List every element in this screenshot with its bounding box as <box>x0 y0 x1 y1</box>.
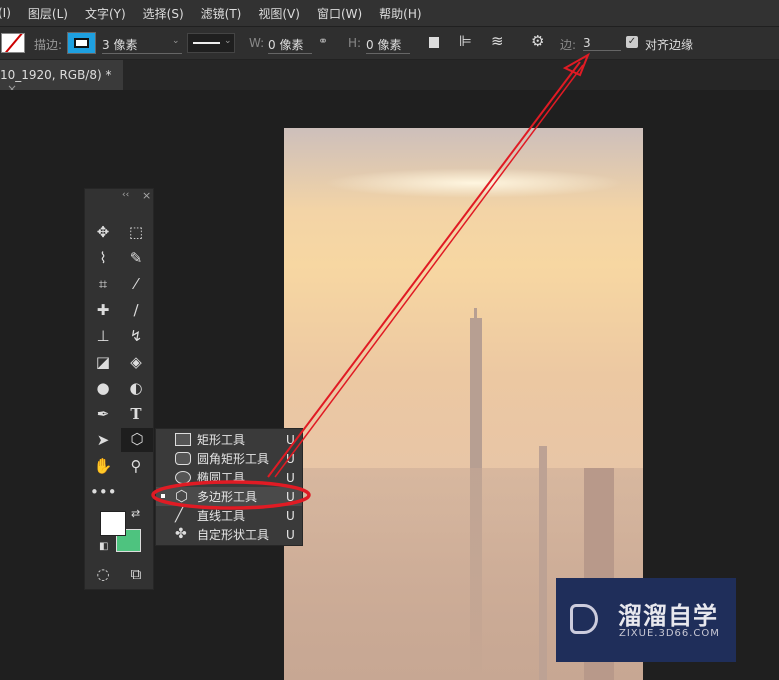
watermark-name: 溜溜自学 <box>618 602 718 630</box>
annotation-arrow <box>267 61 581 478</box>
play-logo-icon <box>570 604 598 634</box>
watermark-logo: 溜溜自学 ZIXUE.3D66.COM <box>556 578 736 662</box>
watermark-url: ZIXUE.3D66.COM <box>619 628 720 639</box>
highlight-ellipse <box>151 480 311 510</box>
